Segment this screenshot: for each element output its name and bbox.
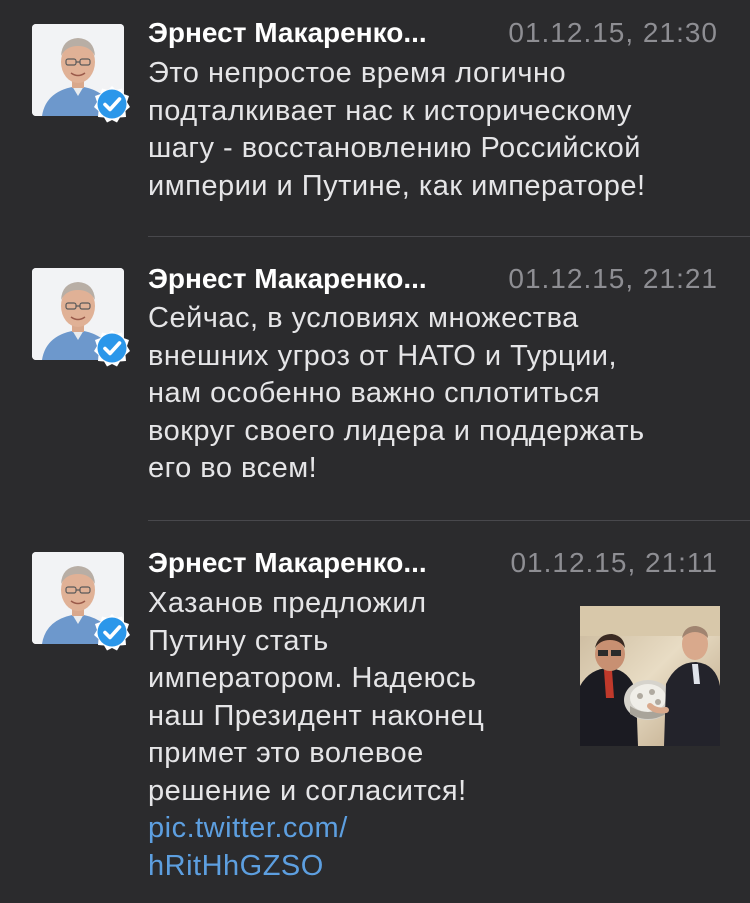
timestamp: 01.12.15, 21:30: [508, 17, 718, 48]
verified-badge-icon: [92, 84, 132, 124]
tweet-text: Это непростое время логично подталкивает…: [148, 55, 646, 205]
tweet-text-line: примет это волевое: [148, 737, 424, 769]
verified-badge-icon: [92, 328, 132, 368]
media-thumbnail[interactable]: [580, 606, 720, 746]
tweet-text-line: внешних угроз от НАТО и Турции,: [148, 339, 618, 372]
tweet-text: Сейчас, в условиях множества внешних угр…: [148, 300, 645, 488]
tweet-text-line: его во всем!: [148, 452, 318, 484]
tweet-text-line: наш Президент наконец: [148, 699, 485, 732]
timestamp: 01.12.15, 21:21: [508, 263, 718, 294]
tweet-text-line: императором. Надеюсь: [148, 662, 477, 694]
verified-badge-icon: [92, 612, 132, 652]
tweet-media-link[interactable]: hRitHhGZSO: [148, 848, 484, 886]
tweet-text-line: решение и согласится!: [148, 774, 467, 807]
tweet-divider: [148, 236, 750, 237]
timestamp: 01.12.15, 21:11: [510, 547, 718, 578]
tweet-text-line: империи и Путине, как императоре!: [148, 169, 646, 202]
tweet-text-line: Сейчас, в условиях множества: [148, 302, 579, 334]
author-name[interactable]: Эрнест Макаренко...: [148, 16, 470, 50]
tweet-text-line: вокруг своего лидера и поддержать: [148, 414, 645, 447]
author-name[interactable]: Эрнест Макаренко...: [148, 546, 470, 580]
tweet-text-line: подталкивает нас к историческому: [148, 94, 632, 127]
tweet-text: Хазанов предложил Путину стать император…: [148, 585, 484, 885]
author-name[interactable]: Эрнест Макаренко...: [148, 262, 470, 296]
tweet-text-line: Путину стать: [148, 624, 329, 657]
media-photo: [580, 606, 720, 746]
tweet-divider: [148, 520, 750, 521]
tweet-text-line: Это непростое время логично: [148, 57, 567, 89]
tweet-text-line: Хазанов предложил: [148, 587, 427, 619]
tweet-media-link[interactable]: pic.twitter.com/: [148, 810, 484, 848]
tweet-text-line: нам особенно важно сплотиться: [148, 377, 601, 409]
tweet-text-line: шагу - восстановлению Российской: [148, 132, 641, 164]
